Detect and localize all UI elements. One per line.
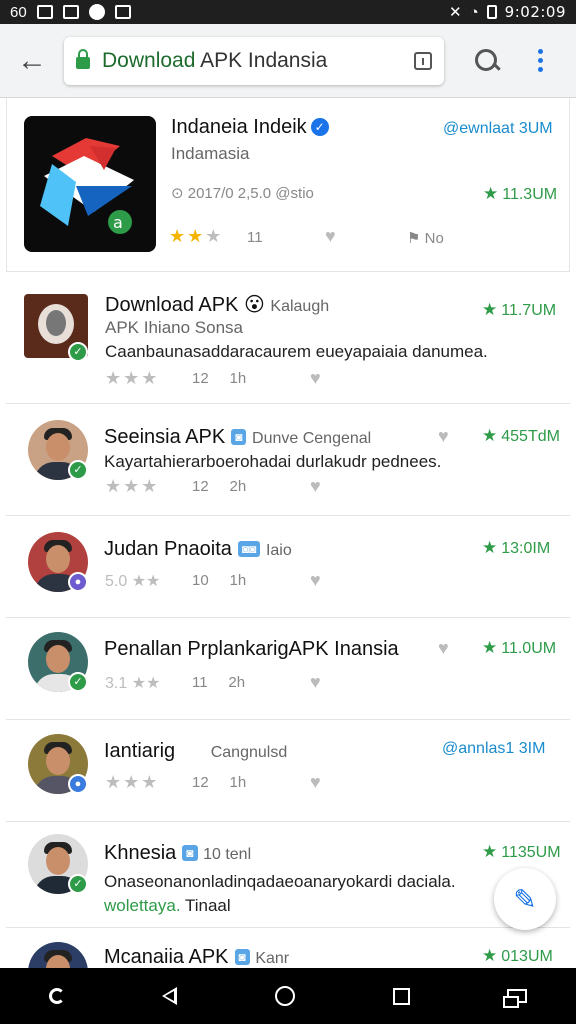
featured-count: 11	[247, 229, 263, 246]
item-link[interactable]: @annlas1 3IM	[442, 740, 545, 758]
battery-icon	[486, 5, 497, 19]
item-count: 12 2h	[192, 478, 247, 495]
item-rating: ★ 13:0IM	[482, 538, 551, 557]
address-bar[interactable]: Download APK Indansia	[64, 36, 444, 85]
item-stars: 3.1 ★★	[105, 675, 161, 692]
item-count: 10 1h	[192, 572, 247, 589]
heart-icon[interactable]: ♥	[310, 672, 321, 693]
item-title: Penallan PrplankarigAPK Inansia	[104, 638, 399, 660]
multiwindow-nav-icon[interactable]	[503, 989, 528, 1008]
url-text[interactable]: Download APK Indansia	[102, 49, 414, 73]
verified-icon: ✓	[310, 118, 329, 136]
list-item[interactable]: ● Judan Pnaoita ◙◙ Iaio ★ 13:0IM 5.0 ★★ 10…	[6, 518, 570, 618]
heart-icon[interactable]: ♥	[310, 570, 321, 591]
item-title: Seeinsia APK ◙ Dunve Cengenal	[104, 426, 372, 448]
list-item[interactable]: ✓ Penallan PrplankarigAPK Inansia ♥ ★ 11.…	[6, 620, 570, 720]
back-arrow-icon[interactable]: ←	[0, 44, 64, 78]
list-item[interactable]: Mcanaiia APK ◙ Kanr ★ 013UM	[6, 930, 570, 970]
edit-pencil-icon[interactable]: ✎	[494, 868, 556, 930]
list-item[interactable]: ✓ Download APK 😮 Kalaugh ★ 11.7UM APK Ihi…	[6, 280, 570, 404]
featured-app-card[interactable]: a Indaneia Indeik ✓ Indamasia @ewnlaat 3U…	[6, 98, 570, 272]
item-description: Onaseonanonladinqadaeoanaryokardi dacial…	[104, 872, 456, 891]
recents-nav-icon[interactable]	[392, 987, 410, 1005]
item-stars: ★★★	[105, 476, 160, 496]
item-rating: ★ 455TdM	[482, 426, 560, 445]
assistant-nav-icon[interactable]	[48, 988, 65, 1004]
heart-icon[interactable]: ♥	[438, 426, 449, 447]
heart-icon[interactable]: ♥	[325, 226, 336, 247]
url-rest: APK Indansia	[195, 48, 328, 72]
app-notification-icon	[88, 4, 105, 20]
featured-rating: ★ 11.3UM	[483, 184, 558, 203]
item-subtitle: APK Ihiano Sonsa	[105, 318, 243, 337]
verified-badge-icon: ✓	[68, 874, 88, 894]
wifi-icon: ◔	[469, 3, 479, 21]
app-logo: a	[24, 116, 156, 252]
item-title: Iantiarig Cangnulsd	[104, 740, 288, 762]
item-description-extra: wolettaya. Tinaal	[104, 896, 231, 915]
item-title: Download APK 😮 Kalaugh	[105, 294, 330, 316]
avatar	[28, 942, 88, 970]
item-count: 11 2h	[192, 674, 246, 691]
item-description: Kayartahierarboerohadai durlakudr pednee…	[104, 452, 442, 471]
status-bar: 60 ✕ ◔ 9:02:09	[0, 0, 576, 24]
heart-icon[interactable]: ♥	[310, 476, 321, 497]
item-rating: ★ 1135UM	[482, 842, 561, 861]
featured-meta: ⊙ 2017/0 2,5.0 @stio	[171, 185, 314, 202]
star-icon: ★	[483, 184, 499, 203]
home-nav-icon[interactable]	[274, 986, 295, 1006]
phone-notification-icon	[62, 5, 79, 19]
status-left-text: 60	[10, 3, 27, 21]
item-rating: ★ 013UM	[482, 946, 553, 965]
heart-icon[interactable]: ♥	[310, 772, 321, 793]
item-title: Mcanaiia APK ◙ Kanr	[104, 946, 290, 968]
item-count: 12 1h	[192, 774, 247, 791]
list-item[interactable]: ✓ Khnesia ◙ 10 tenl ★ 1135UM Onaseonanonla…	[6, 824, 570, 928]
featured-stars: ★★★	[169, 226, 224, 246]
item-rating: ★ 11.7UM	[482, 300, 557, 319]
gallery-notification-icon	[114, 5, 131, 19]
featured-tag: ⚑ No	[407, 230, 444, 247]
group-badge-icon: ●	[68, 774, 88, 794]
heart-icon[interactable]: ♥	[438, 638, 449, 659]
url-highlight: Download	[102, 48, 196, 72]
search-icon[interactable]	[474, 48, 500, 74]
back-nav-icon[interactable]	[162, 987, 178, 1005]
featured-subtitle: Indamasia	[171, 144, 250, 163]
featured-title: Indaneia Indeik ✓	[171, 116, 329, 139]
item-count: 12 1h	[192, 370, 247, 387]
mute-icon: ✕	[449, 4, 462, 21]
content-list: a Indaneia Indeik ✓ Indamasia @ewnlaat 3U…	[0, 98, 576, 970]
image-notification-icon	[36, 5, 53, 19]
lock-icon	[76, 48, 90, 69]
item-title: Judan Pnaoita ◙◙ Iaio	[104, 538, 292, 560]
item-rating: ★ 11.0UM	[482, 638, 557, 657]
system-nav-bar	[0, 968, 576, 1024]
item-description: Caanbaunasaddaracaurem eueyapaiaia danum…	[105, 342, 488, 361]
list-item[interactable]: ● Iantiarig Cangnulsd @annlas1 3IM ★★★ 1…	[6, 722, 570, 822]
clock: 9:02:09	[504, 3, 566, 21]
group-badge-icon: ●	[68, 572, 88, 592]
browser-toolbar: ← Download APK Indansia	[0, 24, 576, 98]
verified-badge-icon: ✓	[68, 342, 88, 362]
verified-badge-icon: ✓	[68, 672, 88, 692]
list-item[interactable]: ✓ Seeinsia APK ◙ Dunve Cengenal ♥ ★ 455TdM…	[6, 406, 570, 516]
info-icon[interactable]	[414, 51, 432, 70]
status-left: 60	[10, 4, 131, 21]
item-stars: ★★★	[105, 772, 160, 792]
status-right: ✕ ◔ 9:02:09	[449, 3, 566, 21]
overflow-menu-icon[interactable]	[538, 49, 543, 72]
verified-badge-icon: ✓	[68, 460, 88, 480]
item-title: Khnesia ◙ 10 tenl	[104, 842, 252, 864]
svg-text:a: a	[113, 213, 123, 232]
flag-icon: ⚑	[407, 230, 425, 247]
item-stars: 5.0 ★★	[105, 573, 161, 590]
featured-link[interactable]: @ewnlaat 3UM	[443, 120, 553, 138]
item-stars: ★★★	[105, 368, 160, 388]
heart-icon[interactable]: ♥	[310, 368, 321, 389]
